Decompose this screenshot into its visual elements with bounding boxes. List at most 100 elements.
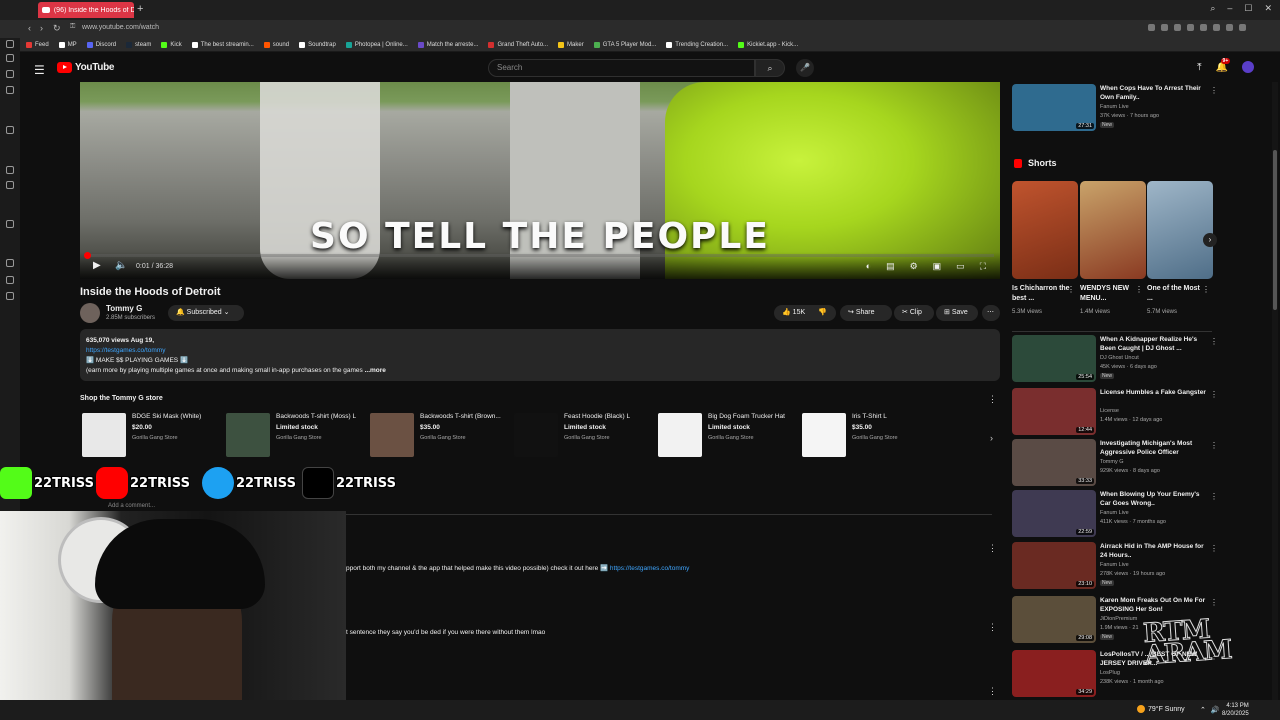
related-video-title[interactable]: Karen Mom Freaks Out On Me For EXPOSING … <box>1100 597 1212 614</box>
store-product[interactable]: Big Dog Foam Trucker Hat Limited stock Gor… <box>656 411 796 459</box>
store-product[interactable]: BDGE Ski Mask (White) $20.00 Gorilla Gang … <box>80 411 220 459</box>
short-title[interactable]: Is Chicharron the best ... <box>1012 284 1072 304</box>
speaker-icon[interactable]: 🔊 <box>1211 706 1220 714</box>
theater-mode-icon[interactable]: ▭ <box>956 261 965 272</box>
video-menu-icon[interactable]: ⋮ <box>1210 390 1218 399</box>
reload-icon[interactable]: ↻ <box>53 23 61 34</box>
bookmark-item[interactable]: Grand Theft Auto... <box>488 41 548 48</box>
account-avatar[interactable] <box>1242 61 1254 73</box>
autoplay-toggle-icon[interactable]: ◐ <box>866 261 871 272</box>
video-thumbnail[interactable]: 27:31 <box>1012 84 1096 131</box>
related-video-title[interactable]: Airrack Hid in The AMP House for 24 Hour… <box>1100 543 1212 560</box>
short-title[interactable]: One of the Most ... <box>1147 284 1207 304</box>
short-menu-icon[interactable]: ⋮ <box>1202 285 1210 294</box>
progress-bar[interactable] <box>86 254 994 257</box>
subtitles-icon[interactable]: ▤ <box>886 261 895 272</box>
comment-menu-icon[interactable]: ⋮ <box>988 686 997 697</box>
bookmark-item[interactable]: Photopea | Online... <box>345 41 408 48</box>
minimize-icon[interactable]: – <box>1227 3 1232 14</box>
tray-chevron-icon[interactable]: ⌃ <box>1200 706 1206 714</box>
miniplayer-icon[interactable]: ▣ <box>933 261 942 272</box>
bookmark-item[interactable]: Feed <box>26 41 49 48</box>
subscribed-button[interactable]: 🔔 Subscribed ⌄ <box>168 305 244 321</box>
store-menu-icon[interactable]: ⋮ <box>988 394 997 405</box>
clip-button[interactable]: ✂ Clip <box>894 305 934 321</box>
description-link[interactable]: https://testgames.co/tommy <box>86 346 994 356</box>
rail-history-icon[interactable] <box>6 259 14 267</box>
share-button[interactable]: ↪ Share <box>840 305 892 321</box>
related-video-channel[interactable]: Fanum Live <box>1100 510 1129 516</box>
bookmark-item[interactable]: Soundtrap <box>299 41 336 48</box>
browser-tab-active[interactable]: (96) Inside the Hoods of D <box>38 2 134 18</box>
store-next-icon[interactable]: › <box>990 433 993 443</box>
short-menu-icon[interactable]: ⋮ <box>1135 285 1143 294</box>
related-video[interactable]: 23:10 Airrack Hid in The AMP House for 24… <box>1012 542 1220 592</box>
search-input[interactable]: Search <box>488 59 755 77</box>
related-video-channel[interactable]: License <box>1100 408 1119 414</box>
channel-avatar[interactable] <box>80 303 100 323</box>
play-icon[interactable] <box>1187 24 1194 31</box>
shorts-next-button[interactable]: › <box>1203 233 1217 247</box>
bookmark-item[interactable]: GTA 5 Player Mod... <box>593 41 656 48</box>
dislike-button[interactable]: 👎 <box>814 305 834 321</box>
related-video-title[interactable]: When Blowing Up Your Enemy's Car Goes Wr… <box>1100 491 1212 508</box>
related-video[interactable]: 25:54 When A Kidnapper Realize He's Been … <box>1012 335 1220 385</box>
create-upload-icon[interactable]: ⤒ <box>1197 62 1201 73</box>
comment-menu-icon[interactable]: ⋮ <box>988 543 997 554</box>
more-actions-button[interactable]: ⋯ <box>982 305 1000 321</box>
video-thumbnail[interactable]: 33:33 <box>1012 439 1096 486</box>
short-menu-icon[interactable]: ⋮ <box>1067 285 1075 294</box>
related-video-title[interactable]: License Humbles a Fake Gangster <box>1100 389 1212 398</box>
back-icon[interactable]: ‹ <box>28 23 31 33</box>
store-product[interactable]: Backwoods T-shirt (Brown... $35.00 Gorilla… <box>368 411 508 459</box>
video-menu-icon[interactable]: ⋮ <box>1210 544 1218 553</box>
rail-twitch-icon[interactable] <box>6 166 14 174</box>
video-menu-icon[interactable]: ⋮ <box>1210 441 1218 450</box>
scrubber-handle[interactable] <box>84 252 91 259</box>
related-video-channel[interactable]: Fanum Live <box>1100 104 1129 110</box>
notifications-button[interactable]: 🔔 9+ <box>1216 57 1231 73</box>
related-video-channel[interactable]: LosPlug <box>1100 670 1120 676</box>
extension-icon[interactable] <box>1213 24 1220 31</box>
related-video-title[interactable]: Investigating Michigan's Most Aggressive… <box>1100 440 1212 457</box>
video-thumbnail[interactable]: 12:44 <box>1012 388 1096 435</box>
related-video-title[interactable]: When Cops Have To Arrest Their Own Famil… <box>1100 85 1212 102</box>
rail-more-icon[interactable] <box>6 220 14 228</box>
add-comment-input[interactable]: Add a comment... <box>108 503 155 509</box>
close-icon[interactable]: ✕ <box>1264 3 1272 14</box>
rail-home-icon[interactable] <box>6 40 14 48</box>
bookmark-item[interactable]: Kickiet.app - Kick... <box>738 41 798 48</box>
puzzle-icon[interactable] <box>1226 24 1233 31</box>
video-thumbnail[interactable]: 25:54 <box>1012 335 1096 382</box>
scrollbar-thumb[interactable] <box>1273 150 1277 310</box>
rail-bookmark-icon[interactable] <box>6 54 14 62</box>
shield-icon[interactable] <box>1174 24 1181 31</box>
show-more-link[interactable]: ...more <box>365 367 386 374</box>
forward-icon[interactable]: › <box>40 23 43 33</box>
video-menu-icon[interactable]: ⋮ <box>1210 337 1218 346</box>
video-thumbnail[interactable]: 23:10 <box>1012 542 1096 589</box>
related-video[interactable]: 12:44 License Humbles a Fake Gangster Lice… <box>1012 388 1220 438</box>
related-video-channel[interactable]: Tommy G <box>1100 459 1124 465</box>
rail-chat-icon[interactable] <box>6 70 14 78</box>
related-video[interactable]: 22:59 When Blowing Up Your Enemy's Car Go… <box>1012 490 1220 540</box>
video-thumbnail[interactable]: 22:59 <box>1012 490 1096 537</box>
description-box[interactable]: 635,070 views Aug 19, https://testgames.… <box>80 329 1000 381</box>
site-info-icon[interactable]: ⚿ <box>70 23 75 31</box>
bookmark-item[interactable]: sound <box>263 41 289 48</box>
volume-icon[interactable]: 🔈 <box>115 260 127 271</box>
save-button[interactable]: ⊞ Save <box>936 305 978 321</box>
short-thumbnail[interactable] <box>1147 181 1213 279</box>
bookmark-item[interactable]: Match the arreste... <box>417 41 478 48</box>
channel-name[interactable]: Tommy G <box>106 304 142 313</box>
video-menu-icon[interactable]: ⋮ <box>1210 86 1218 95</box>
comment-menu-icon[interactable]: ⋮ <box>988 622 997 633</box>
rail-lightbulb-icon[interactable] <box>6 276 14 284</box>
play-icon[interactable]: ▶ <box>93 260 101 271</box>
rail-notes-icon[interactable] <box>6 86 14 94</box>
bookmark-item[interactable]: Kick <box>161 41 182 48</box>
voice-search-button[interactable]: 🎤 <box>796 59 814 77</box>
bookmark-item[interactable]: Trending Creation... <box>666 41 728 48</box>
short-thumbnail[interactable] <box>1080 181 1146 279</box>
rail-x-icon[interactable] <box>6 181 14 189</box>
